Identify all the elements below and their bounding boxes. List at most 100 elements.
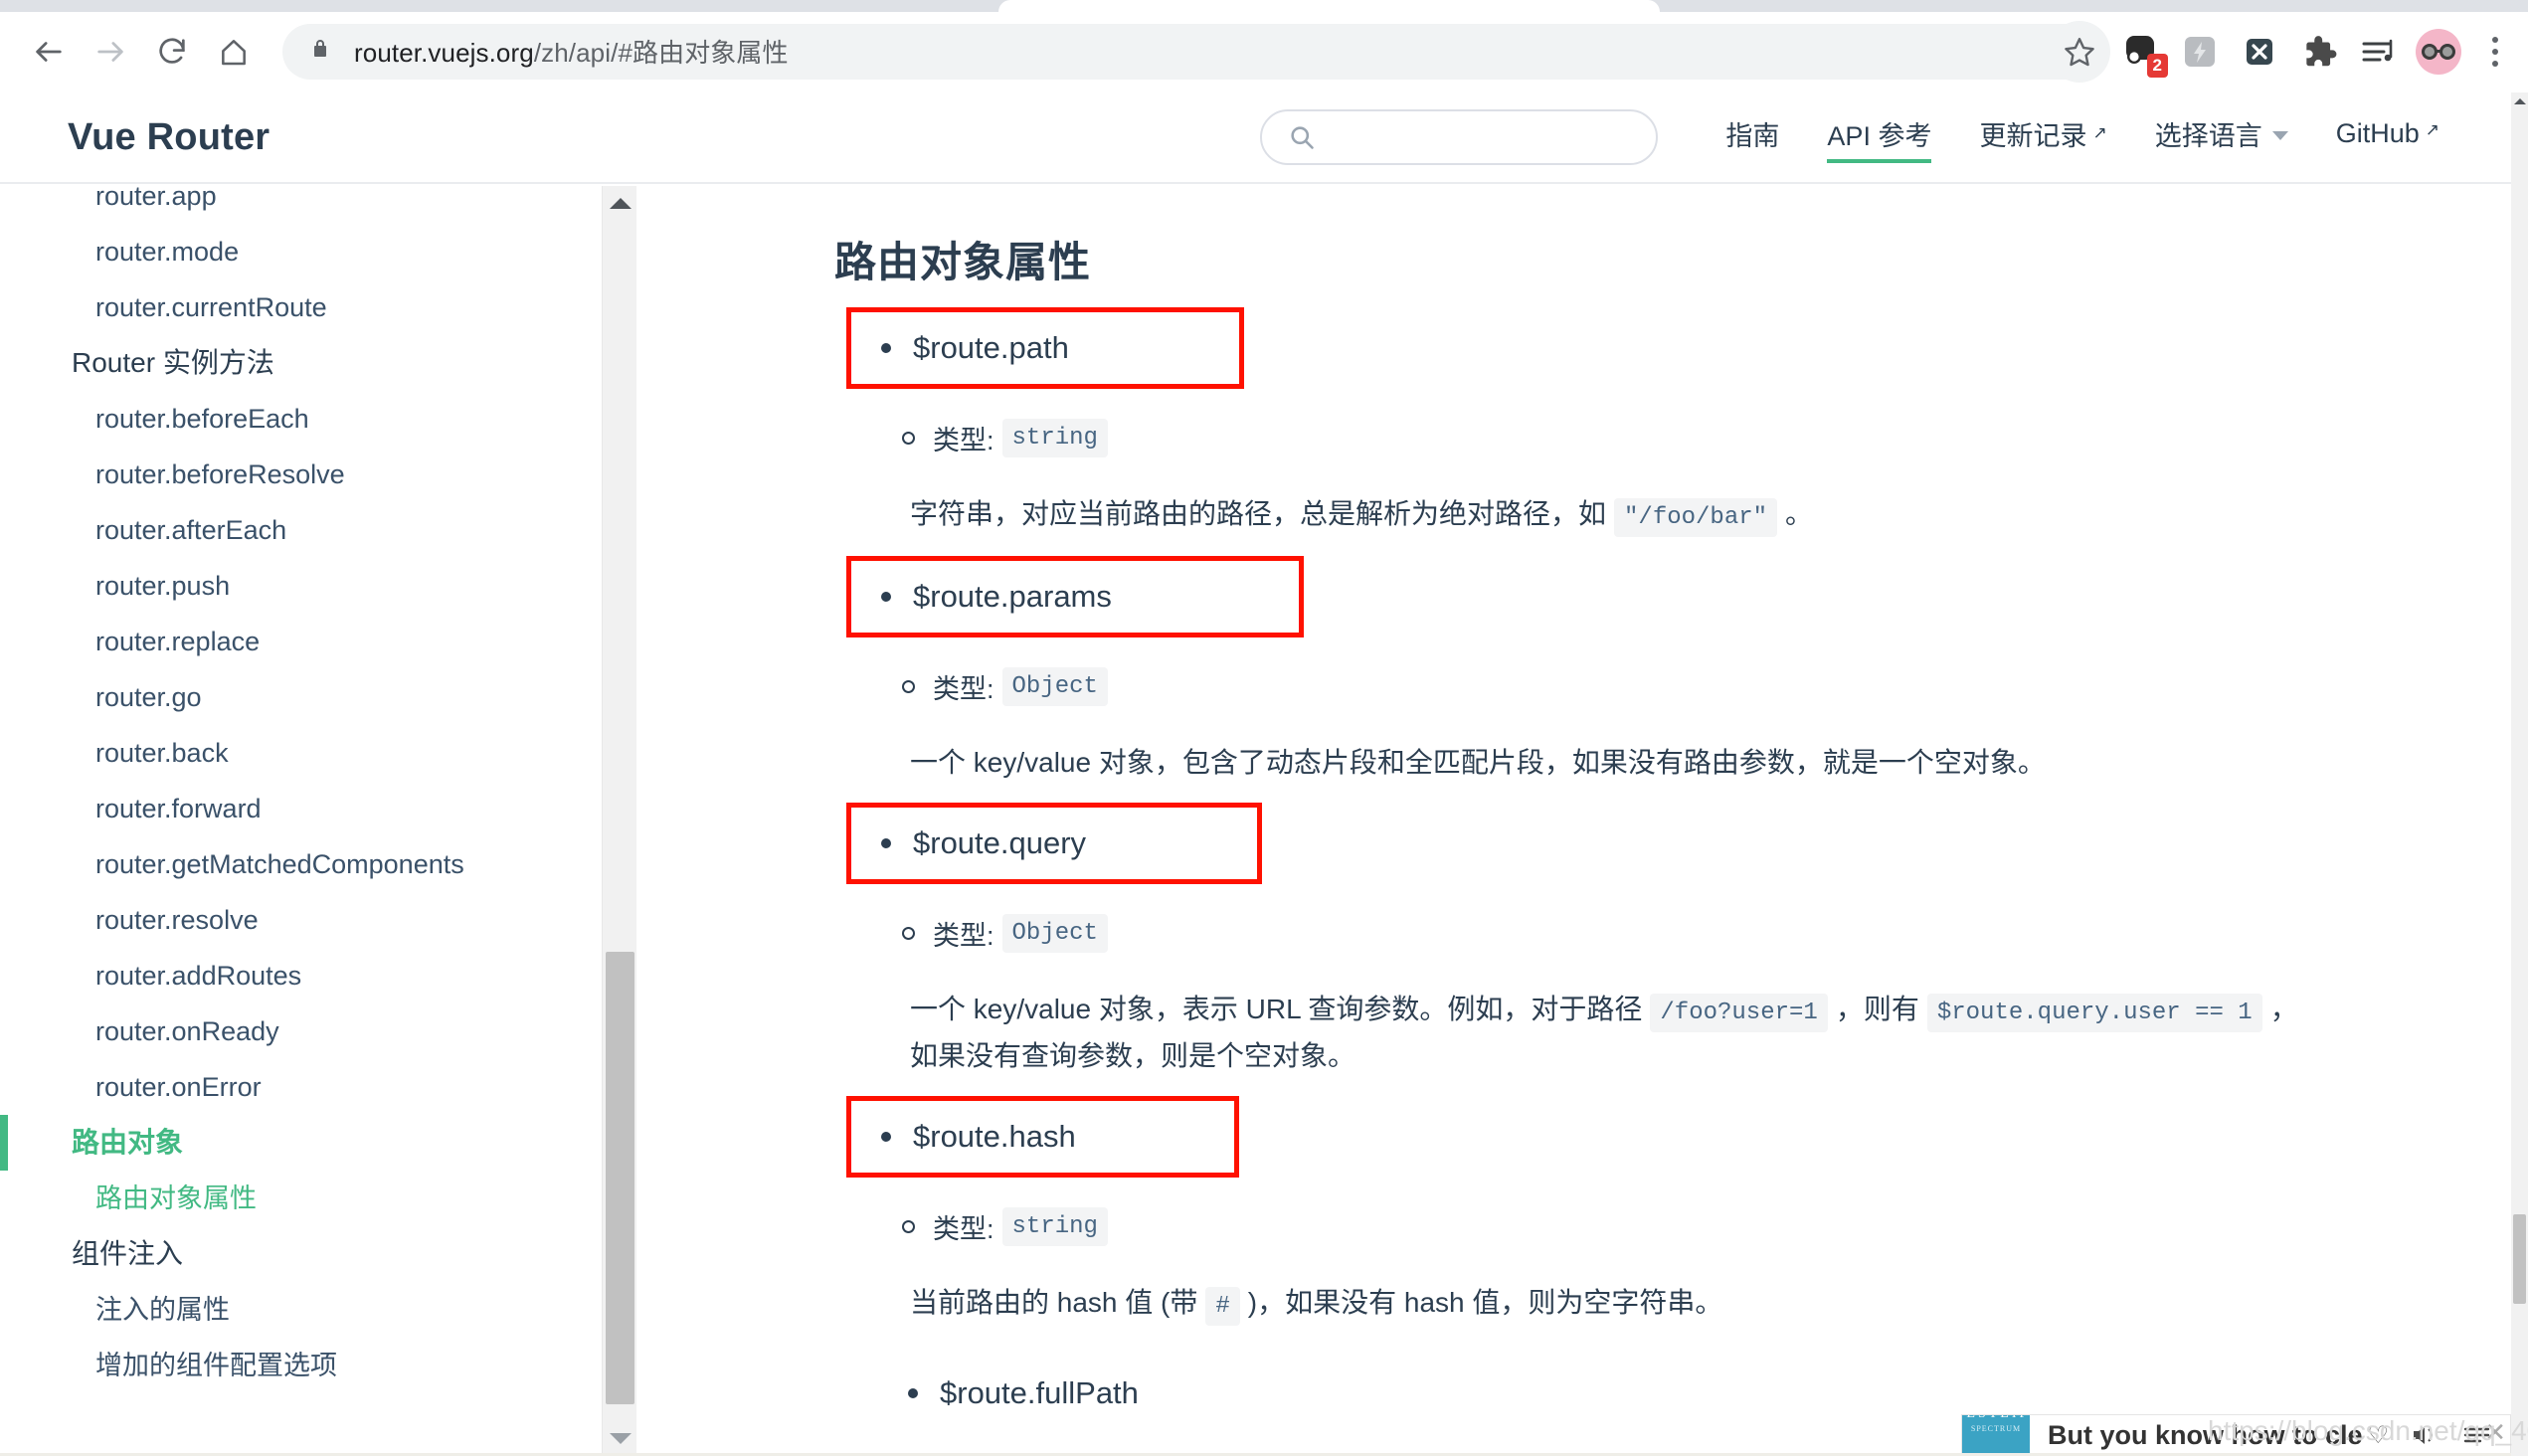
sidebar-item-router-push[interactable]: router.push [0, 558, 597, 614]
reload-icon [159, 37, 185, 64]
sidebar-item-label: router.beforeEach [95, 403, 309, 434]
type-label: 类型: [933, 921, 994, 952]
lock-glyph [314, 40, 326, 57]
sidebar-item-router-app[interactable]: router.app [0, 186, 597, 224]
sidebar-item-router-beforeresolve[interactable]: router.beforeResolve [0, 447, 597, 502]
nav-link-guide[interactable]: 指南 [1725, 114, 1779, 161]
sidebar-item-router-addroutes[interactable]: router.addRoutes [0, 948, 597, 1003]
x-glyph [2247, 38, 2272, 65]
sidebar-item-label: router.forward [95, 793, 262, 823]
speaker-icon[interactable] [2411, 1422, 2440, 1448]
profile-avatar[interactable] [2409, 22, 2468, 82]
sidebar-item-route-object-properties[interactable]: 路由对象属性 [0, 1171, 597, 1226]
sidebar-list: router.app router.mode router.currentRou… [0, 186, 597, 1393]
sidebar-item-label: router.go [95, 681, 202, 712]
sidebar-item-router-currentroute[interactable]: router.currentRoute [0, 279, 597, 335]
desc-text: 一个 key/value 对象，表示 URL 查询参数。例如，对于路径 [910, 994, 1643, 1025]
nav-link-api[interactable]: API 参考 [1827, 114, 1932, 163]
menu-dot [2492, 36, 2498, 43]
external-link-icon: ↗ [2425, 119, 2439, 139]
sidebar-item-label: 注入的属性 [95, 1294, 230, 1325]
address-bar[interactable]: router.vuejs.org/zh/api/#路由对象属性 [282, 23, 2100, 80]
page-scrollbar[interactable] [2511, 92, 2528, 1456]
page-scroll-up-button[interactable] [2511, 92, 2528, 109]
type-value: Object [1001, 666, 1108, 706]
nav-link-changelog[interactable]: 更新记录 ↗ [1979, 114, 2106, 161]
property-description: 一个 key/value 对象，表示 URL 查询参数。例如，对于路径/foo?… [910, 987, 2322, 1078]
lightning-glyph [2185, 36, 2215, 67]
property-name-row: $route.params [851, 579, 1299, 615]
sidebar-item-router-replace[interactable]: router.replace [0, 614, 597, 669]
sidebar-item-router-onready[interactable]: router.onReady [0, 1003, 597, 1059]
x-extension-icon[interactable] [2230, 22, 2289, 82]
desc-text: )，如果没有 hash 值，则为空字符串。 [1247, 1287, 1723, 1319]
bullet-icon [881, 343, 891, 353]
property-name-row: $route.path [851, 330, 1239, 366]
property-type-row: 类型: string [902, 419, 2511, 457]
property-type-row: 类型: Object [902, 666, 2511, 706]
sidebar-item-router-beforeeach[interactable]: router.beforeEach [0, 391, 597, 447]
nav-label: 更新记录 [1979, 120, 2087, 151]
sidebar-item-added-component-options[interactable]: 增加的组件配置选项 [0, 1338, 597, 1393]
sidebar-item-router-aftereach[interactable]: router.afterEach [0, 502, 597, 558]
search-input[interactable] [1330, 123, 1629, 151]
heart-icon[interactable]: ♡ [2367, 1421, 2389, 1450]
nav-link-language[interactable]: 选择语言 [2155, 114, 2288, 161]
lightning-extension-icon[interactable] [2170, 22, 2230, 82]
sidebar-group-route-object[interactable]: 路由对象 [0, 1115, 597, 1171]
sidebar-group-router-instance-methods[interactable]: Router 实例方法 [0, 335, 597, 391]
sidebar-item-label: router.currentRoute [95, 291, 327, 322]
triangle-up-icon [2513, 97, 2526, 104]
forward-arrow-icon [97, 41, 123, 62]
close-icon[interactable]: ✕ [2484, 1419, 2506, 1445]
home-button[interactable] [203, 21, 265, 83]
sidebar-item-router-onerror[interactable]: router.onError [0, 1059, 597, 1115]
main-content: 路由对象属性 $route.path 类型: string 字符串，对应当前路由… [637, 186, 2511, 1456]
media-playlist-icon[interactable] [2349, 22, 2409, 82]
desc-text: 字符串，对应当前路由的路径，总是解析为绝对路径，如 [910, 498, 1607, 529]
reload-button[interactable] [141, 21, 203, 83]
browser-chrome: router.vuejs.org/zh/api/#路由对象属性 2 [0, 0, 2528, 92]
property-description: 当前路由的 hash 值 (带 #)，如果没有 hash 值，则为空字符串。 [910, 1280, 2322, 1327]
type-label: 类型: [933, 673, 994, 704]
bookmark-star-button[interactable] [2049, 20, 2110, 83]
sidebar-scrollbar[interactable] [602, 186, 636, 1456]
sidebar-scroll-up-button[interactable] [603, 186, 637, 221]
music-player-widget[interactable]: WESTLIFE SPECTRUM But you know how to cl… [1961, 1414, 2511, 1456]
property-name-row: $route.query [851, 825, 1257, 861]
nav-link-github[interactable]: GitHub ↗ [2336, 118, 2439, 157]
sidebar-group-component-injection[interactable]: 组件注入 [0, 1226, 597, 1282]
notes-extension-icon[interactable]: 2 [2110, 22, 2170, 82]
extension-icons: 2 [2110, 22, 2528, 82]
sidebar-item-router-getmatchedcomponents[interactable]: router.getMatchedComponents [0, 836, 597, 892]
bullet-icon [881, 591, 891, 602]
page-title: 路由对象属性 [834, 239, 1092, 285]
property-list: $route.path 类型: string 字符串，对应当前路由的路径，总是解… [834, 307, 2511, 1424]
sub-bullet-icon [902, 679, 915, 693]
album-title: WESTLIFE [1962, 1415, 2042, 1422]
sidebar-scroll-down-button[interactable] [603, 1421, 637, 1456]
active-browser-tab[interactable] [998, 0, 1660, 12]
sidebar-item-label: router.addRoutes [95, 960, 302, 991]
sidebar-item-label: router.back [95, 737, 229, 768]
sidebar-item-router-go[interactable]: router.go [0, 669, 597, 725]
puzzle-extensions-icon[interactable] [2289, 22, 2349, 82]
docs-search-box[interactable] [1260, 109, 1659, 165]
property-route-params: $route.params 类型: Object 一个 key/value 对象… [834, 555, 2511, 785]
back-button[interactable] [18, 21, 80, 83]
highlight-box-route-hash: $route.hash [846, 1096, 1239, 1179]
type-value: string [1001, 419, 1108, 457]
forward-button[interactable] [80, 21, 141, 83]
sidebar-item-router-mode[interactable]: router.mode [0, 224, 597, 279]
site-logo[interactable]: Vue Router [68, 116, 270, 159]
sidebar-item-injected-properties[interactable]: 注入的属性 [0, 1282, 597, 1338]
sidebar-item-router-resolve[interactable]: router.resolve [0, 892, 597, 948]
page-scrollbar-thumb[interactable] [2513, 1214, 2526, 1304]
browser-menu-button[interactable] [2468, 22, 2522, 82]
nav-label: API 参考 [1827, 120, 1932, 151]
property-route-path: $route.path 类型: string 字符串，对应当前路由的路径，总是解… [834, 307, 2511, 538]
sidebar-scrollbar-thumb[interactable] [606, 952, 634, 1404]
sidebar-item-router-back[interactable]: router.back [0, 725, 597, 781]
sidebar-item-router-forward[interactable]: router.forward [0, 781, 597, 836]
desc-code: # [1205, 1287, 1240, 1327]
